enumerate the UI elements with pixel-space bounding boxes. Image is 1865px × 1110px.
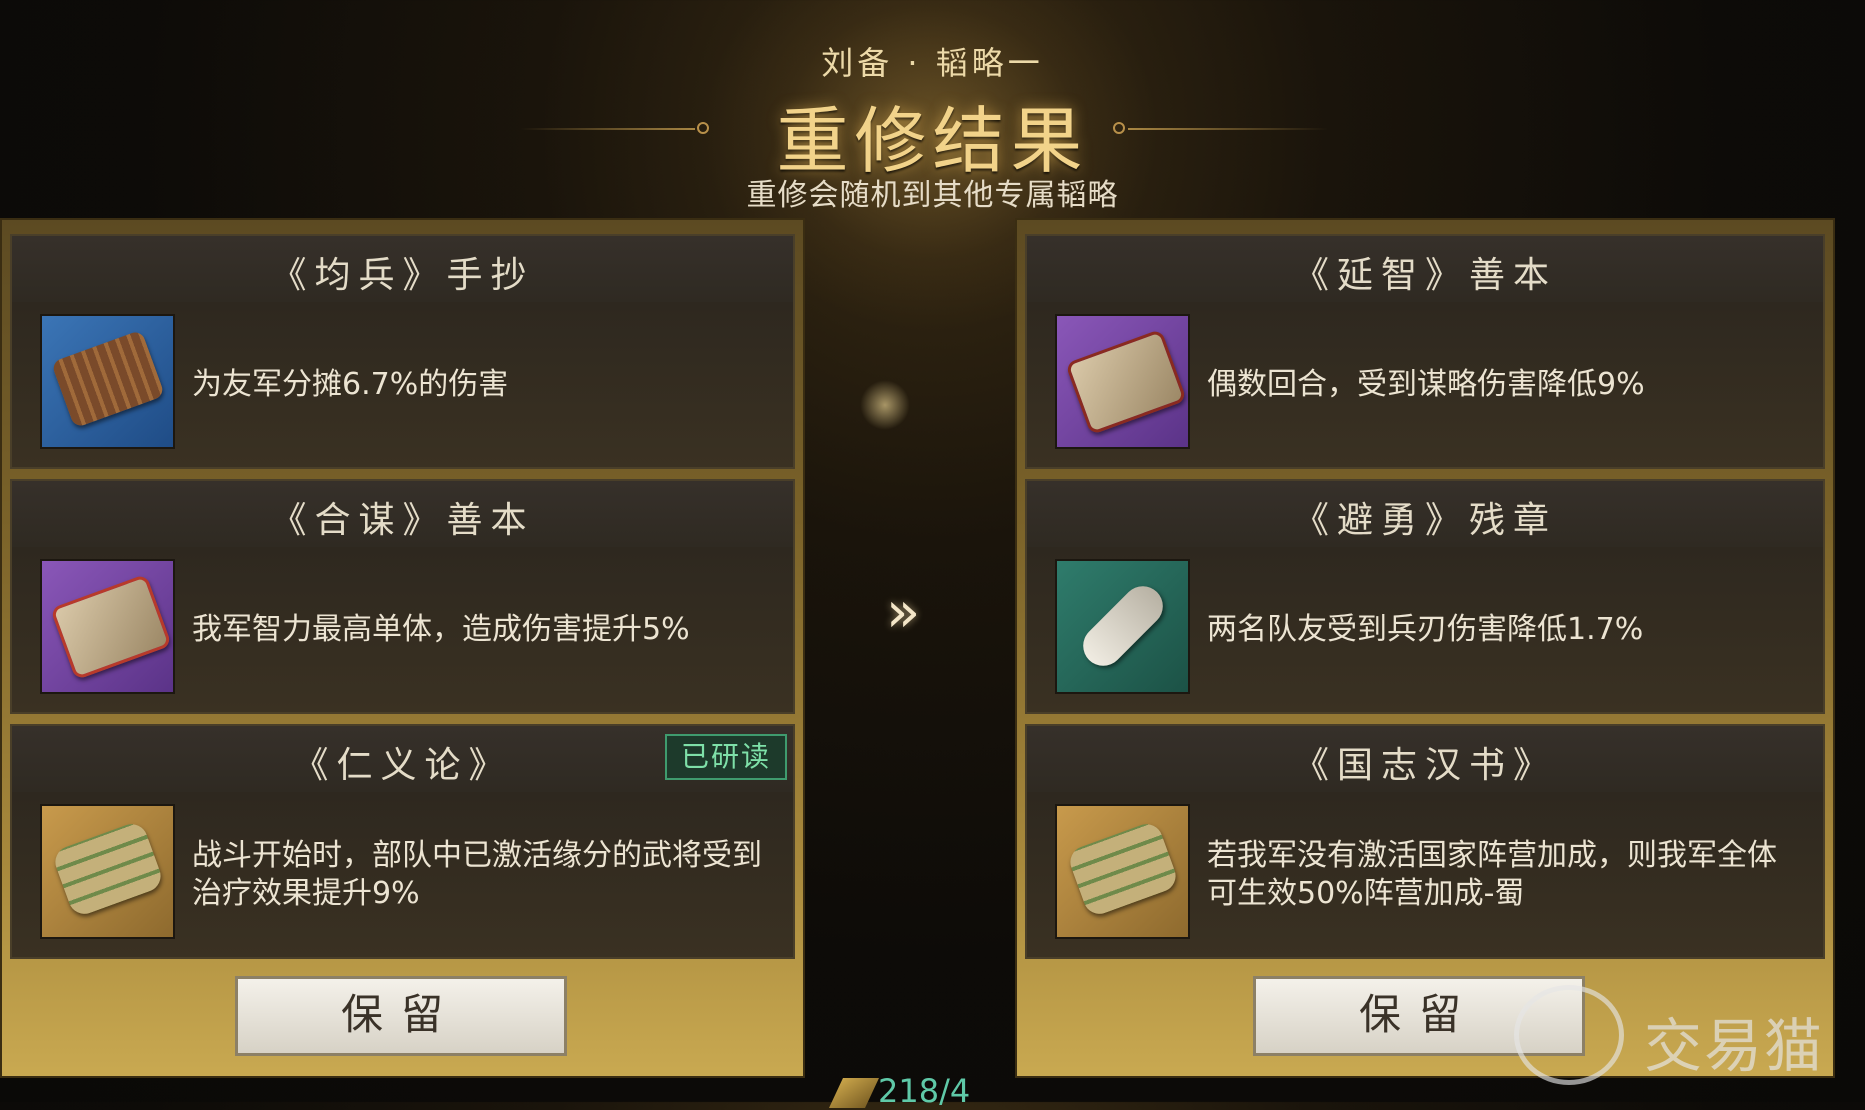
wrapped-book-icon (40, 559, 175, 694)
card-body: 战斗开始时，部队中已激活缘分的武将受到治疗效果提升9% (12, 792, 793, 957)
strategy-card[interactable]: 《合谋》善本 我军智力最高单体，造成伤害提升5% (10, 479, 795, 714)
card-body: 若我军没有激活国家阵营加成，则我军全体可生效50%阵营加成-蜀 (1027, 792, 1823, 957)
paper-scroll-icon (1055, 559, 1190, 694)
card-description: 我军智力最高单体，造成伤害提升5% (192, 611, 690, 647)
card-header: 《延智》善本 (1027, 236, 1823, 303)
card-title: 《避勇》残章 (1292, 500, 1557, 541)
keep-button-left[interactable]: 保留 (235, 976, 567, 1056)
bamboo-scroll-icon (40, 314, 175, 449)
strategy-card[interactable]: 《均兵》手抄 为友军分摊6.7%的伤害 (10, 234, 795, 469)
card-title: 《延智》善本 (1292, 255, 1557, 296)
resource-counter: 218/4 (878, 1072, 971, 1110)
card-header: 《避勇》残章 (1027, 481, 1823, 548)
open-book-icon (1055, 314, 1190, 449)
strategy-card[interactable]: 《仁义论》 已研读 战斗开始时，部队中已激活缘分的武将受到治疗效果提升9% (10, 724, 795, 959)
resource-icon (829, 1078, 879, 1108)
hero-strategy-subtitle: 刘备 · 韬略一 (821, 44, 1044, 82)
card-description: 两名队友受到兵刃伤害降低1.7% (1207, 611, 1644, 647)
double-chevron-right-icon: » (886, 580, 920, 645)
card-header: 《合谋》善本 (12, 481, 793, 548)
header-note: 重修会随机到其他专属韬略 (746, 178, 1119, 213)
cat-logo-icon (1514, 985, 1624, 1085)
card-description: 战斗开始时，部队中已激活缘分的武将受到治疗效果提升9% (192, 837, 762, 911)
strategy-card[interactable]: 《延智》善本 偶数回合，受到谋略伤害降低9% (1025, 234, 1825, 469)
left-result-panel: 《均兵》手抄 为友军分摊6.7%的伤害 《合谋》善本 我军智力最高单体，造成伤害… (0, 218, 805, 1078)
card-header: 《均兵》手抄 (12, 236, 793, 303)
card-title: 《均兵》手抄 (270, 255, 535, 296)
scroll-bundle-icon (1055, 804, 1190, 939)
card-title: 《合谋》善本 (270, 500, 535, 541)
right-result-panel: 《延智》善本 偶数回合，受到谋略伤害降低9% 《避勇》残章 两名队友受到兵刃伤害… (1015, 218, 1835, 1078)
watermark: 交易猫 (1514, 985, 1844, 1095)
watermark-text: 交易猫 (1644, 1012, 1825, 1080)
strategy-card[interactable]: 《国志汉书》 若我军没有激活国家阵营加成，则我军全体可生效50%阵营加成-蜀 (1025, 724, 1825, 959)
card-body: 我军智力最高单体，造成伤害提升5% (12, 547, 793, 712)
card-body: 偶数回合，受到谋略伤害降低9% (1027, 302, 1823, 467)
strategy-card[interactable]: 《避勇》残章 两名队友受到兵刃伤害降低1.7% (1025, 479, 1825, 714)
scroll-bundle-icon (40, 804, 175, 939)
card-body: 两名队友受到兵刃伤害降低1.7% (1027, 547, 1823, 712)
card-description: 为友军分摊6.7%的伤害 (192, 366, 509, 402)
card-body: 为友军分摊6.7%的伤害 (12, 302, 793, 467)
card-title: 《国志汉书》 (1292, 745, 1557, 786)
studied-badge: 已研读 (665, 734, 787, 780)
sparkle-decoration (860, 380, 910, 430)
card-header: 《国志汉书》 (1027, 726, 1823, 793)
card-description: 若我军没有激活国家阵营加成，则我军全体可生效50%阵营加成-蜀 (1207, 837, 1777, 911)
card-header: 《仁义论》 已研读 (12, 726, 793, 793)
card-description: 偶数回合，受到谋略伤害降低9% (1207, 366, 1645, 402)
